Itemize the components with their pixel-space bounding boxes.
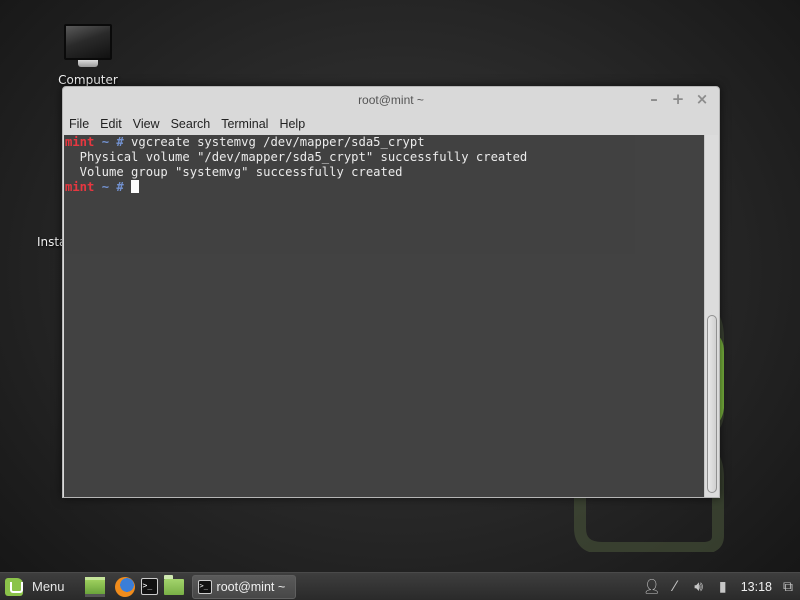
command-text: vgcreate systemvg /dev/mapper/sda5_crypt: [131, 135, 425, 149]
menu-file[interactable]: File: [69, 117, 89, 131]
menu-edit[interactable]: Edit: [100, 117, 122, 131]
text-cursor: [131, 180, 140, 193]
mint-logo-icon: [5, 577, 23, 596]
terminal-scrollbar[interactable]: [704, 135, 718, 497]
minimize-button[interactable]: –: [647, 90, 661, 108]
menu-label: Menu: [32, 579, 65, 594]
terminal-line: Physical volume "/dev/mapper/sda5_crypt"…: [65, 150, 528, 164]
system-tray: 👤︎ ⁄ 🔊︎ ▮ 13:18 ⧉: [643, 579, 800, 595]
network-icon[interactable]: ⁄: [667, 579, 683, 595]
window-title: root@mint ~: [358, 93, 424, 107]
prompt-symbol: ~ #: [94, 135, 132, 149]
menu-help[interactable]: Help: [279, 117, 305, 131]
prompt-host: mint: [65, 180, 95, 194]
computer-icon: [64, 24, 112, 60]
menubar: File Edit View Search Terminal Help: [63, 113, 719, 135]
scrollbar-thumb[interactable]: [707, 315, 717, 493]
clock[interactable]: 13:18: [741, 580, 772, 594]
prompt-host: mint: [65, 135, 95, 149]
menu-button[interactable]: Menu: [0, 577, 65, 596]
window-titlebar[interactable]: root@mint ~ – + ×: [63, 87, 719, 113]
menu-search[interactable]: Search: [171, 117, 211, 131]
desktop-icon-label: Computer: [58, 73, 118, 87]
terminal-icon[interactable]: >_: [140, 578, 158, 595]
volume-icon[interactable]: 🔊︎: [691, 579, 707, 595]
menu-terminal[interactable]: Terminal: [221, 117, 268, 131]
menu-view[interactable]: View: [133, 117, 160, 131]
terminal-icon: >_: [197, 579, 212, 594]
desktop-icon-computer[interactable]: Computer: [46, 20, 130, 87]
terminal-output[interactable]: mint ~ # vgcreate systemvg /dev/mapper/s…: [64, 135, 704, 497]
terminal-line: mint ~ #: [64, 180, 704, 195]
task-label: root@mint ~: [216, 579, 286, 594]
prompt-symbol: ~ #: [94, 180, 132, 194]
terminal-line: mint ~ # vgcreate systemvg /dev/mapper/s…: [64, 135, 704, 150]
show-desktop-icon[interactable]: [84, 576, 105, 597]
user-icon[interactable]: 👤︎: [643, 579, 661, 595]
firefox-icon[interactable]: [114, 576, 135, 597]
maximize-button[interactable]: +: [671, 90, 685, 108]
taskbar: Menu >_ >_ root@mint ~ 👤︎ ⁄ 🔊︎ ▮ 13:18 ⧉: [0, 572, 800, 600]
terminal-window: root@mint ~ – + × File Edit View Search …: [62, 86, 720, 498]
battery-icon[interactable]: ▮: [715, 579, 731, 595]
taskbar-window-terminal[interactable]: >_ root@mint ~: [191, 574, 296, 599]
workspace-switcher-icon[interactable]: ⧉: [780, 579, 796, 595]
terminal-line: Volume group "systemvg" successfully cre…: [65, 165, 403, 179]
files-folder-icon[interactable]: [163, 574, 184, 595]
computer-icon-stand: [78, 60, 98, 67]
close-button[interactable]: ×: [695, 90, 709, 108]
